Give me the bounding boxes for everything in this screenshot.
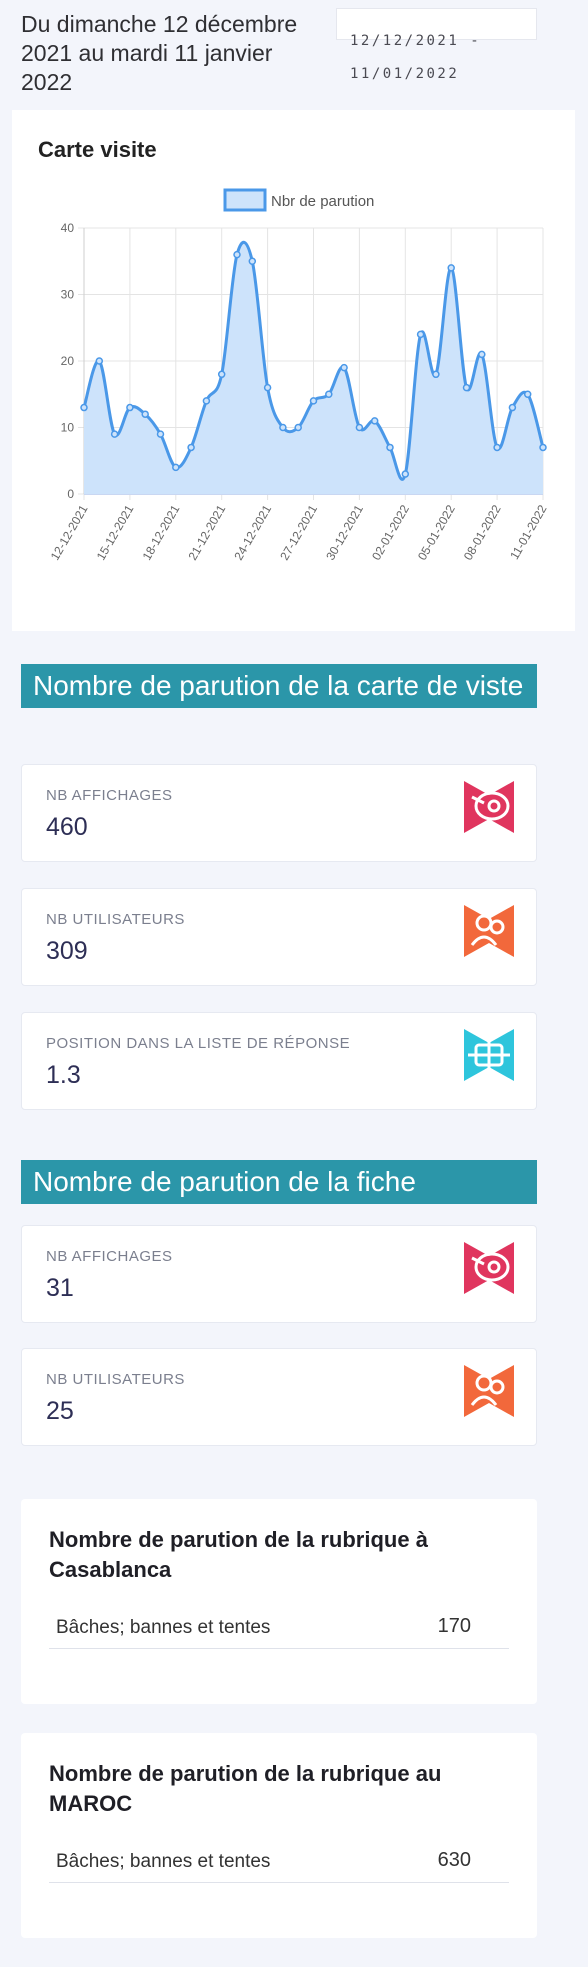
stat-label: NB AFFICHAGES <box>46 1248 173 1265</box>
rubrique-maroc-title: Nombre de parution de la rubrique au MAR… <box>49 1761 442 1816</box>
stat-value: 25 <box>46 1397 74 1425</box>
rubrique-casablanca-card: Nombre de parution de la rubrique à Casa… <box>21 1499 537 1704</box>
stat-label: POSITION DANS LA LISTE DE RÉPONSE <box>46 1035 351 1052</box>
carte-section-title: Nombre de parution de la carte de viste <box>21 664 537 708</box>
data-point <box>263 383 272 392</box>
data-point <box>233 250 241 259</box>
y-tick-label: 10 <box>61 421 75 435</box>
x-tick-label: 12-12-2021 <box>48 502 91 562</box>
chart-card: Carte visite 0 10 20 30 40 12-12-2021 15-12-20… <box>12 110 575 631</box>
y-tick-label: 20 <box>61 354 75 368</box>
data-point <box>309 397 318 405</box>
users-icon <box>464 905 514 957</box>
stat-label: NB UTILISATEURS <box>46 911 185 928</box>
eye-icon <box>464 781 514 833</box>
line-chart: 01020304012-12-2021 15-12-2021 18-12-2021 2… <box>48 188 550 563</box>
data-point <box>217 370 226 379</box>
eye-icon <box>464 1242 514 1294</box>
data-point <box>141 410 149 418</box>
data-point <box>80 403 88 412</box>
stat-label: NB UTILISATEURS <box>46 1371 185 1388</box>
stat-card-carte-utilisateurs: NB UTILISATEURS 309 <box>21 888 537 986</box>
rubrique-maroc-card: Nombre de parution de la rubrique au MAR… <box>21 1733 537 1938</box>
data-point <box>248 257 257 265</box>
stat-label: NB AFFICHAGES <box>46 787 173 804</box>
stat-card-carte-position: POSITION DANS LA LISTE DE RÉPONSE 1.3 <box>21 1012 537 1110</box>
x-tick-label: 02-01-2022 <box>369 502 412 562</box>
data-point <box>539 443 547 452</box>
stat-card-fiche-utilisateurs: NB UTILISATEURS 25 <box>21 1348 537 1446</box>
stat-value: 31 <box>46 1274 74 1302</box>
data-point <box>187 443 195 452</box>
list-position-icon <box>464 1029 514 1081</box>
date-range-text[interactable]: 12/12/2021 - 11/01/2022 <box>350 25 500 91</box>
data-point <box>447 264 455 272</box>
data-point <box>401 470 410 478</box>
data-point <box>294 423 302 432</box>
rubrique-name: Bâches; bannes et tentes <box>56 1851 271 1872</box>
x-tick-label: 24-12-2021 <box>231 502 274 562</box>
fiche-section-title: Nombre de parution de la fiche <box>21 1160 537 1204</box>
data-point <box>95 357 104 365</box>
data-point <box>478 350 486 359</box>
x-tick-label: 21-12-2021 <box>185 502 228 562</box>
rubrique-count: 170 <box>437 1615 471 1637</box>
rubrique-count: 630 <box>437 1849 471 1871</box>
table-row: Bâches; bannes et tentes 630 <box>49 1843 509 1883</box>
y-tick-label: 0 <box>67 487 74 501</box>
data-point <box>156 430 165 438</box>
data-point <box>508 403 517 412</box>
stat-value: 309 <box>46 937 88 965</box>
data-point <box>110 430 119 438</box>
data-point <box>370 417 379 425</box>
data-point <box>279 423 287 432</box>
data-point <box>340 363 348 372</box>
stat-card-carte-affichages: NB AFFICHAGES 460 <box>21 764 537 862</box>
rubrique-casablanca-title: Nombre de parution de la rubrique à Casa… <box>49 1527 428 1582</box>
data-point <box>416 330 425 339</box>
data-point <box>493 443 501 452</box>
data-point <box>386 443 394 452</box>
period-title: Du dimanche 12 décembre 2021 au mardi 11… <box>21 11 298 95</box>
data-point <box>523 390 532 398</box>
data-point <box>355 423 364 432</box>
x-tick-label: 11-01-2022 <box>507 502 550 562</box>
x-tick-label: 15-12-2021 <box>94 502 137 562</box>
data-point <box>432 370 440 379</box>
y-tick-label: 40 <box>61 221 75 235</box>
stat-value: 1.3 <box>46 1061 81 1089</box>
data-point <box>172 463 180 472</box>
legend-swatch <box>223 188 267 212</box>
legend-label: Nbr de parution <box>271 193 374 210</box>
x-tick-label: 05-01-2022 <box>415 502 458 562</box>
data-point <box>202 397 211 405</box>
stat-value: 460 <box>46 813 88 841</box>
stat-card-fiche-affichages: NB AFFICHAGES 31 <box>21 1225 537 1323</box>
y-tick-label: 30 <box>61 288 75 302</box>
data-point <box>126 403 134 412</box>
x-tick-label: 08-01-2022 <box>461 502 504 562</box>
table-row: Bâches; bannes et tentes 170 <box>49 1609 509 1649</box>
users-icon <box>464 1365 514 1417</box>
data-point <box>462 383 471 392</box>
x-tick-label: 27-12-2021 <box>277 502 320 562</box>
x-tick-label: 30-12-2021 <box>323 502 366 562</box>
data-point <box>325 390 333 398</box>
x-tick-label: 18-12-2021 <box>140 502 183 562</box>
rubrique-name: Bâches; bannes et tentes <box>56 1617 271 1638</box>
